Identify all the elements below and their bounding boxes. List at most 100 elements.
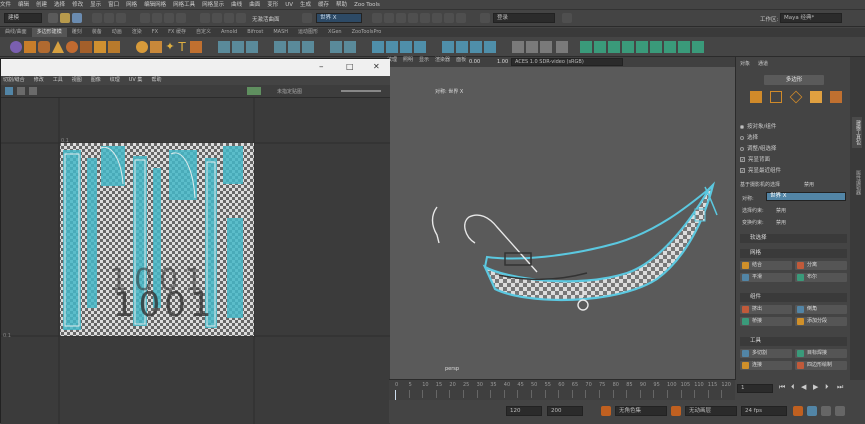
step-back-icon[interactable]: ⏴	[791, 383, 795, 392]
shelf-tab[interactable]: 雕刻	[67, 28, 87, 37]
ipr-icon[interactable]	[224, 13, 234, 23]
quad-draw-icon[interactable]	[414, 41, 426, 53]
smooth-icon[interactable]	[246, 41, 258, 53]
planar-uv-icon[interactable]	[456, 41, 468, 53]
uv-menu-item[interactable]: 视图	[70, 76, 82, 85]
shelf-tab[interactable]: 自定义	[191, 28, 216, 37]
sphere-icon[interactable]	[10, 41, 22, 53]
uv-layout[interactable]	[1, 98, 390, 424]
shelf-tab[interactable]: 运动图形	[293, 28, 323, 37]
channels-icon[interactable]	[562, 13, 572, 23]
range-start-field[interactable]: 120	[506, 406, 542, 416]
auto-key-icon[interactable]	[793, 406, 803, 416]
menu-item[interactable]: 曲面	[249, 0, 260, 10]
render-settings-icon[interactable]	[236, 13, 246, 23]
menu-item[interactable]: 编辑	[18, 0, 29, 10]
prev-key-icon[interactable]: ◀	[801, 383, 806, 391]
edge-mode-icon[interactable]	[789, 90, 803, 104]
gamma-value[interactable]: 1.00	[497, 59, 508, 65]
toolkit-button[interactable]: 倒角	[795, 305, 847, 314]
sound-icon[interactable]	[821, 406, 831, 416]
uv-menu-item[interactable]: 修改	[32, 76, 44, 85]
shelf-tab[interactable]: FX 缓存	[163, 28, 191, 37]
platonic-icon[interactable]	[108, 41, 120, 53]
unitize-uv-icon[interactable]	[692, 41, 704, 53]
bevel-icon[interactable]	[302, 41, 314, 53]
shelf-tab[interactable]: 多边形建模	[31, 28, 67, 37]
anim-layer-dropdown[interactable]: 无动画层	[685, 406, 737, 416]
shelf-tab[interactable]: Arnold	[216, 28, 242, 37]
section-soft-select[interactable]: 软选择	[740, 234, 847, 243]
history-icon[interactable]	[200, 13, 210, 23]
uv-frame-icon[interactable]	[17, 87, 25, 95]
snap-point-icon[interactable]	[164, 13, 174, 23]
textured-icon[interactable]	[444, 13, 454, 23]
goto-end-icon[interactable]: ⏭	[837, 383, 843, 392]
play-icon[interactable]: ▶	[813, 383, 818, 391]
shelf-tab[interactable]: MASH	[268, 28, 293, 37]
mirror-icon[interactable]	[344, 41, 356, 53]
workspace-dropdown[interactable]: Maya 经典*	[780, 13, 842, 23]
menu-item[interactable]: 帮助	[336, 0, 347, 10]
texture-toggle-icon[interactable]	[247, 87, 261, 95]
viewport-menu-item[interactable]: 显示	[419, 57, 429, 63]
script-editor-icon[interactable]	[835, 406, 845, 416]
new-scene-icon[interactable]	[48, 13, 58, 23]
checkbox-icon[interactable]: ✓	[740, 168, 745, 173]
target-weld-icon[interactable]	[386, 41, 398, 53]
select-component-icon[interactable]	[116, 13, 126, 23]
combine-icon[interactable]	[218, 41, 230, 53]
symmetry-select[interactable]: 世界 X	[766, 192, 846, 201]
save-scene-icon[interactable]	[72, 13, 82, 23]
lighting-icon[interactable]	[456, 13, 466, 23]
snap-grid-icon[interactable]	[140, 13, 150, 23]
menu-item[interactable]: UV	[285, 0, 293, 10]
toolkit-button[interactable]: 连接	[740, 361, 792, 370]
torus-icon[interactable]	[66, 41, 78, 53]
anim-layer-icon[interactable]	[671, 406, 681, 416]
cylinder-icon[interactable]	[38, 41, 50, 53]
viewport-menu-item[interactable]: 渲染器	[435, 57, 450, 63]
fps-dropdown[interactable]: 24 fps	[741, 406, 787, 416]
shelf-tab[interactable]: XGen	[323, 28, 347, 37]
mode-dropdown[interactable]: 建模	[4, 13, 42, 23]
xray-icon[interactable]	[408, 13, 418, 23]
time-slider[interactable]: 0 5 10 15 20 25 30 35 40 45 50 55 60 65 70 75 80 85 90 95 10…	[389, 379, 735, 400]
object-mode-icon[interactable]	[750, 91, 762, 103]
wireframe-icon[interactable]	[420, 13, 430, 23]
menu-item[interactable]: 选择	[54, 0, 65, 10]
range-end-field[interactable]: 200	[547, 406, 583, 416]
menu-item[interactable]: 变形	[267, 0, 278, 10]
shelf-tab[interactable]: 渲染	[127, 28, 147, 37]
boat-model[interactable]	[387, 67, 735, 379]
svg-icon[interactable]	[190, 41, 202, 53]
delete-history-icon[interactable]	[556, 41, 568, 53]
toolkit-button[interactable]: 目标焊接	[795, 349, 847, 358]
sparkle-icon[interactable]: ✦	[164, 41, 176, 53]
viewport-menu-item[interactable]: 面板	[456, 57, 466, 63]
checkbox-icon[interactable]	[740, 135, 744, 140]
fill-hole-icon[interactable]	[330, 41, 342, 53]
menu-item[interactable]: 曲线	[231, 0, 242, 10]
minimize-icon[interactable]: –	[319, 62, 324, 72]
face-mode-icon[interactable]	[810, 91, 822, 103]
sphere-soccer-icon[interactable]	[136, 41, 148, 53]
cut-uv-icon[interactable]	[594, 41, 606, 53]
render-icon[interactable]	[212, 13, 222, 23]
orient-uv-icon[interactable]	[650, 41, 662, 53]
stack-uv-icon[interactable]	[664, 41, 676, 53]
menu-item[interactable]: 网格显示	[202, 0, 224, 10]
next-key-icon[interactable]: ⏵	[825, 383, 829, 392]
shelf-tab[interactable]: 装备	[87, 28, 107, 37]
menu-item[interactable]: 窗口	[108, 0, 119, 10]
uv-image-icon[interactable]	[29, 87, 37, 95]
extrude-icon[interactable]	[274, 41, 286, 53]
separate-icon[interactable]	[232, 41, 244, 53]
playhead[interactable]	[395, 390, 396, 400]
select-hierarchy-icon[interactable]	[92, 13, 102, 23]
vertex-mode-icon[interactable]	[770, 91, 782, 103]
toolkit-button[interactable]: 结合	[740, 261, 792, 270]
shaded-icon[interactable]	[432, 13, 442, 23]
distribute-uv-icon[interactable]	[678, 41, 690, 53]
preferences-icon[interactable]	[807, 406, 817, 416]
